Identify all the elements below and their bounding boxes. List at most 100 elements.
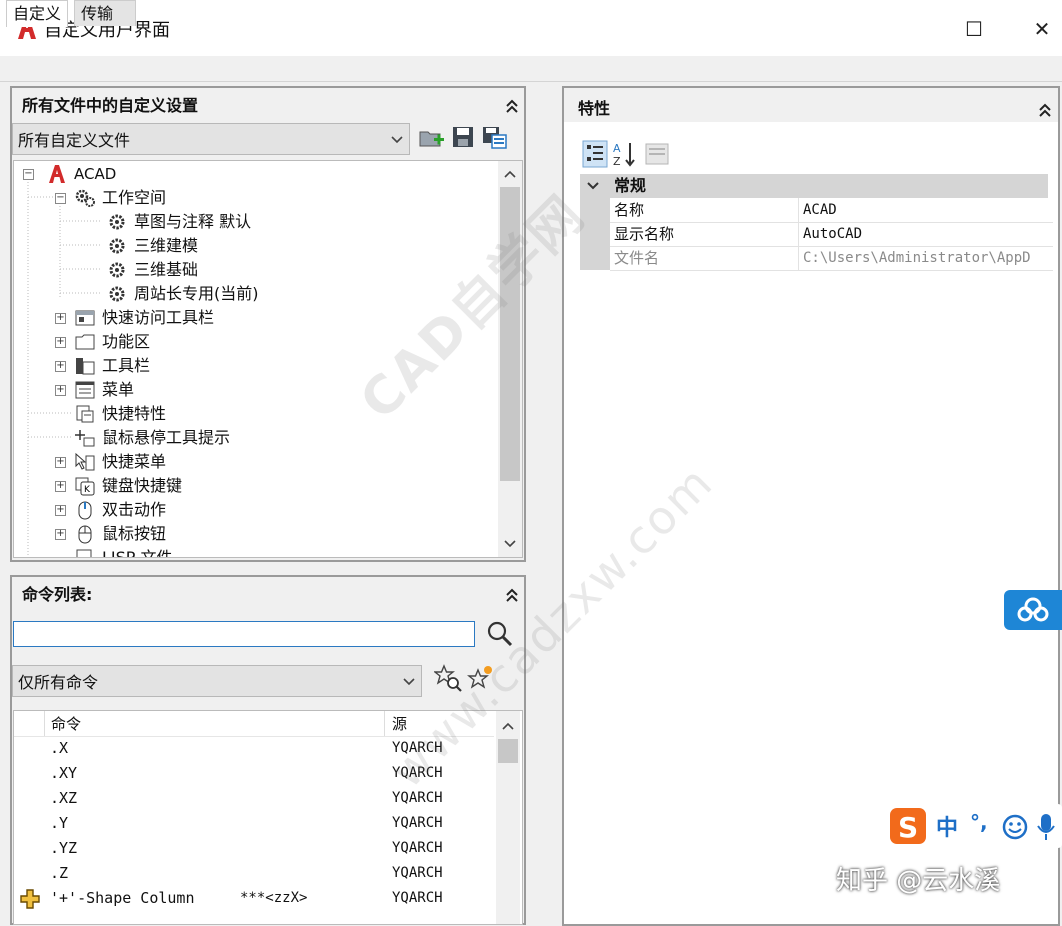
table-row[interactable]: .Z YQARCH — [14, 861, 494, 886]
command-source: YQARCH — [392, 815, 443, 831]
tree-node-rollover-tooltips[interactable]: 鼠标悬停工具提示 — [74, 425, 230, 449]
table-row[interactable]: .XZ YQARCH — [14, 786, 494, 811]
plus-shape-icon — [20, 889, 40, 909]
tree-scrollbar[interactable] — [498, 161, 522, 557]
command-search-input[interactable] — [13, 621, 475, 647]
gear-icon — [109, 214, 125, 229]
sort-alphabetical-icon[interactable]: A Z — [612, 140, 638, 168]
tree-node-workspace-3d-basics[interactable]: 三维基础 — [106, 257, 198, 281]
command-filter-dropdown-value: 仅所有命令 — [18, 673, 99, 692]
command-source: YQARCH — [392, 890, 443, 906]
save-as-icon[interactable] — [482, 126, 508, 150]
tab-transfer[interactable]: 传输 — [74, 0, 136, 26]
column-header-source[interactable]: 源 — [392, 713, 407, 734]
gears-icon — [75, 189, 95, 207]
create-command-icon[interactable] — [466, 664, 494, 692]
autocad-logo-icon — [49, 164, 65, 183]
svg-text:Z: Z — [613, 155, 621, 168]
ime-punctuation-toggle[interactable]: °, — [970, 810, 988, 834]
tree-node-label: LISP 文件 — [102, 547, 173, 558]
command-name: .XZ — [50, 789, 78, 807]
table-row[interactable]: .XY YQARCH — [14, 761, 494, 786]
tree-node-label: 三维建模 — [134, 235, 199, 255]
tree-collapse-toggle[interactable]: − — [55, 193, 66, 204]
scroll-up-icon[interactable] — [502, 721, 514, 731]
collapse-chevron-icon[interactable] — [503, 97, 521, 115]
microphone-icon[interactable] — [1036, 812, 1056, 842]
tree-expand-toggle[interactable]: + — [55, 505, 66, 516]
property-row[interactable]: 显示名称 AutoCAD — [580, 222, 1053, 247]
tree-expand-toggle[interactable]: + — [55, 313, 66, 324]
chevron-down-icon[interactable] — [586, 180, 600, 192]
tree-expand-toggle[interactable]: + — [55, 337, 66, 348]
property-row[interactable]: 名称 ACAD — [580, 198, 1053, 223]
property-row[interactable]: 文件名 C:\Users\Administrator\AppD — [580, 246, 1053, 271]
tree-node-workspace-drafting[interactable]: 草图与注释 默认 — [106, 209, 251, 233]
tree-node-quick-access-toolbars[interactable]: 快速访问工具栏 — [74, 305, 214, 329]
tab-customize[interactable]: 自定义 — [6, 0, 69, 27]
emoji-icon[interactable] — [1002, 814, 1028, 840]
property-value[interactable]: ACAD — [798, 198, 1053, 223]
lisp-file-icon — [76, 549, 92, 557]
command-source: YQARCH — [392, 740, 443, 756]
tree-expand-toggle[interactable]: + — [55, 457, 66, 468]
find-command-icon[interactable] — [434, 664, 462, 692]
open-folder-icon[interactable] — [418, 126, 446, 150]
toolbar-icon — [76, 357, 95, 374]
column-header-command[interactable]: 命令 — [51, 713, 81, 734]
tree-expand-toggle[interactable]: + — [55, 481, 66, 492]
collapse-chevron-icon[interactable] — [503, 586, 521, 604]
tree-collapse-toggle[interactable]: − — [23, 169, 34, 180]
tree-expand-toggle[interactable]: + — [55, 361, 66, 372]
svg-text:A: A — [613, 142, 621, 155]
ribbon-icon — [75, 334, 95, 349]
search-icon[interactable] — [486, 620, 514, 648]
command-list-scrollbar[interactable] — [496, 711, 520, 924]
tree-node-double-click-actions[interactable]: 双击动作 — [74, 497, 166, 521]
tree-node-label: 双击动作 — [102, 499, 167, 519]
tree-node-lisp-files[interactable]: LISP 文件 — [74, 545, 173, 558]
tree-node-workspaces[interactable]: 工作空间 — [74, 185, 166, 209]
sogou-ime-logo-icon[interactable]: S — [888, 806, 928, 846]
table-row[interactable]: .YZ YQARCH — [14, 836, 494, 861]
table-row[interactable]: .X YQARCH — [14, 736, 494, 761]
tree-node-acad[interactable]: ACAD — [46, 161, 116, 185]
maximize-button[interactable]: ☐ — [954, 12, 994, 46]
tree-scroll-thumb[interactable] — [500, 187, 520, 481]
ime-language-label[interactable]: 中 — [936, 810, 958, 842]
command-name: .Z — [50, 864, 69, 882]
tree-node-menus[interactable]: 菜单 — [74, 377, 134, 401]
command-source: YQARCH — [392, 790, 443, 806]
tree-node-workspace-current[interactable]: 周站长专用(当前) — [106, 281, 259, 305]
table-row[interactable]: .Y YQARCH — [14, 811, 494, 836]
scroll-up-icon[interactable] — [504, 169, 516, 179]
tree-expand-toggle[interactable]: + — [55, 529, 66, 540]
tree-node-quick-properties[interactable]: 快捷特性 — [74, 401, 166, 425]
tree-node-shortcut-menus[interactable]: 快捷菜单 — [74, 449, 166, 473]
command-scroll-thumb[interactable] — [498, 739, 518, 763]
tree-node-keyboard-shortcuts[interactable]: K 键盘快捷键 — [74, 473, 182, 497]
scroll-down-icon[interactable] — [504, 539, 516, 549]
close-button[interactable]: ✕ — [1022, 12, 1062, 46]
tree-node-ribbon[interactable]: 功能区 — [74, 329, 150, 353]
property-category-row[interactable]: 常规 — [580, 174, 1048, 198]
rollover-tooltip-icon — [75, 429, 95, 446]
command-source: YQARCH — [392, 765, 443, 781]
floating-cloud-button[interactable] — [1004, 590, 1062, 630]
customization-tree[interactable]: − ACAD − 工作空间 草图与注释 默认 三维建模 三维基础 周站长专用(当… — [13, 160, 523, 558]
tree-node-label: 工作空间 — [102, 187, 167, 207]
command-list[interactable]: 命令 源 .X YQARCH .XY YQARCH .XZ YQARCH .Y … — [13, 710, 523, 925]
save-icon[interactable] — [452, 126, 474, 148]
tree-node-toolbars[interactable]: 工具栏 — [74, 353, 150, 377]
tree-node-label: 快捷菜单 — [102, 451, 167, 471]
property-value[interactable]: AutoCAD — [798, 222, 1053, 247]
collapse-chevron-icon[interactable] — [1036, 101, 1054, 119]
categorized-view-icon[interactable] — [582, 140, 608, 168]
tree-node-workspace-3d-modeling[interactable]: 三维建模 — [106, 233, 198, 257]
tree-node-label: 草图与注释 默认 — [134, 211, 252, 231]
tree-node-label: 键盘快捷键 — [102, 475, 183, 495]
tree-node-mouse-buttons[interactable]: 鼠标按钮 — [74, 521, 166, 545]
tree-expand-toggle[interactable]: + — [55, 385, 66, 396]
property-pages-icon[interactable] — [644, 142, 670, 166]
table-row[interactable]: '+'-Shape Column ***<zzX> YQARCH — [14, 886, 494, 911]
